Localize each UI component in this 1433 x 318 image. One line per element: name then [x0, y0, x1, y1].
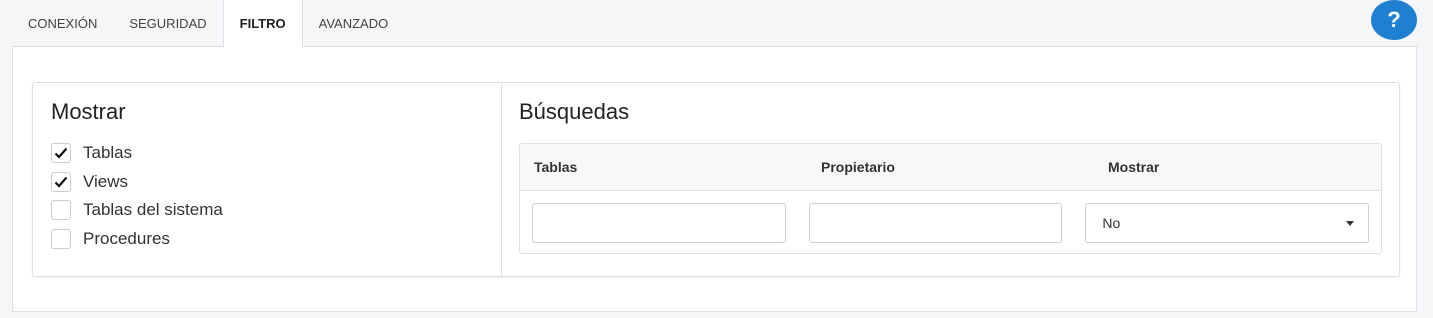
checkbox-tablas[interactable]	[51, 143, 71, 164]
checkbox-views[interactable]	[51, 171, 71, 192]
option-views[interactable]: Views	[51, 168, 483, 197]
show-title: Mostrar	[51, 99, 126, 124]
column-header-propietario: Propietario	[821, 159, 895, 175]
search-title: Búsquedas	[519, 99, 630, 124]
help-button[interactable]: ?	[1371, 0, 1417, 40]
chevron-down-icon	[1346, 220, 1355, 226]
mostrar-select[interactable]: No	[1085, 203, 1370, 243]
checkbox-tablas-del-sistema[interactable]	[51, 200, 71, 221]
option-label: Procedures	[83, 228, 170, 248]
mostrar-select-value: No	[1102, 215, 1121, 231]
tab-avanzado[interactable]: AVANZADO	[303, 0, 405, 46]
tab-seguridad[interactable]: SEGURIDAD	[113, 0, 222, 46]
checkmark-icon	[54, 148, 68, 159]
checkbox-procedures[interactable]	[51, 228, 71, 249]
search-section: Búsquedas Tablas Propietario Mostrar No	[502, 83, 1399, 276]
help-icon: ?	[1387, 7, 1401, 32]
option-label: Tablas del sistema	[83, 200, 223, 220]
search-table: Tablas Propietario Mostrar No	[519, 143, 1382, 254]
option-tablas[interactable]: Tablas	[51, 139, 483, 168]
search-table-header: Tablas Propietario Mostrar	[520, 144, 1381, 191]
search-table-row: No	[520, 191, 1381, 243]
column-header-mostrar: Mostrar	[1108, 159, 1160, 175]
tablas-search-input[interactable]	[532, 203, 786, 243]
show-section: Mostrar Tablas Views Tablas del sistema	[33, 83, 502, 276]
filter-card: Mostrar Tablas Views Tablas del sistema	[32, 82, 1400, 277]
filter-panel: Mostrar Tablas Views Tablas del sistema	[12, 46, 1417, 312]
tab-bar: CONEXIÓN SEGURIDAD FILTRO AVANZADO	[12, 0, 404, 47]
tab-conexion[interactable]: CONEXIÓN	[12, 0, 113, 46]
checkmark-icon	[54, 176, 68, 188]
option-tablas-del-sistema[interactable]: Tablas del sistema	[51, 196, 483, 225]
tab-filtro[interactable]: FILTRO	[222, 0, 303, 47]
column-header-tablas: Tablas	[534, 159, 578, 175]
propietario-search-input[interactable]	[808, 203, 1063, 243]
option-label: Views	[83, 171, 129, 191]
option-procedures[interactable]: Procedures	[51, 225, 483, 254]
option-label: Tablas	[83, 143, 133, 163]
